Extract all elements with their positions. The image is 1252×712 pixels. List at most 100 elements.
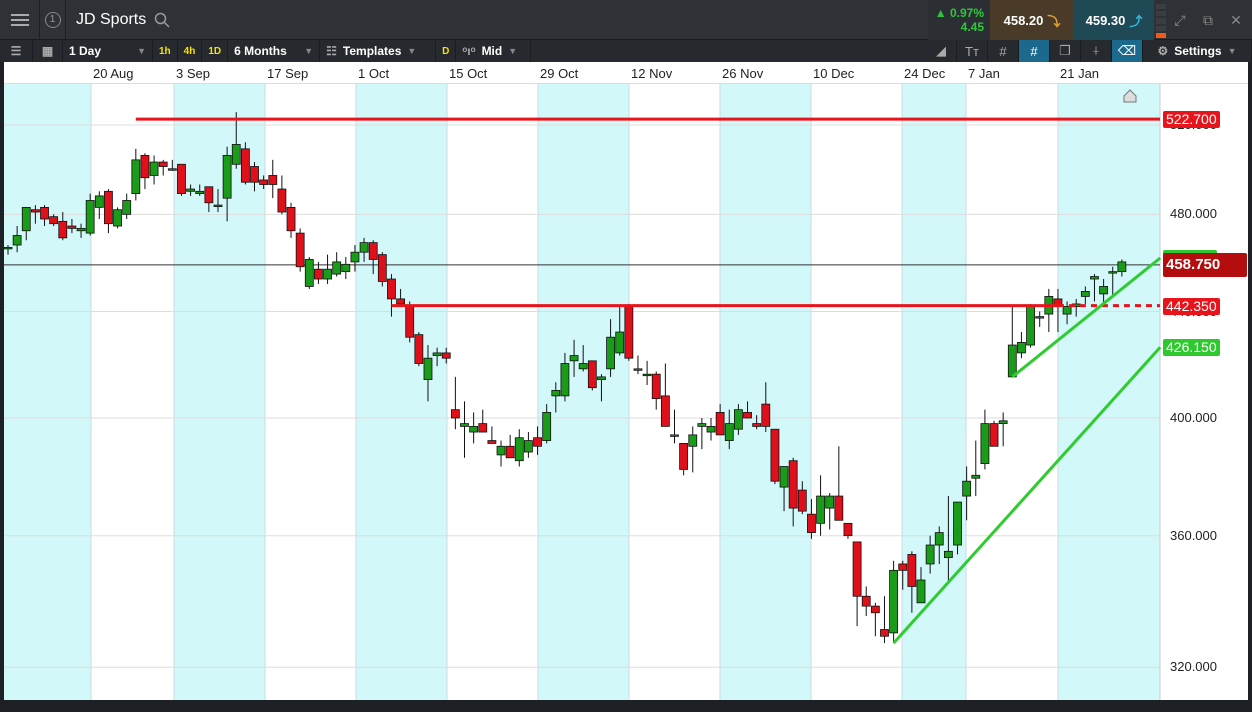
grid-edit-button[interactable]: #	[1019, 40, 1050, 62]
candle-down	[58, 220, 68, 239]
maximize-button[interactable]: ⤢	[1166, 0, 1194, 40]
candle-down	[715, 412, 725, 436]
templates-select[interactable]: ☷ Templates ▼	[320, 40, 437, 62]
price-change: ▲ 0.97% 4.45	[928, 0, 990, 40]
date-axis-label: 24 Dec	[904, 66, 946, 81]
candle-down	[843, 522, 853, 537]
close-icon: ✕	[1230, 11, 1242, 28]
range-value: 6 Months	[234, 44, 287, 58]
interval-4h[interactable]: 4h	[178, 40, 203, 62]
candle-up	[1035, 316, 1045, 319]
chart-area[interactable]	[0, 84, 1248, 700]
candle-up	[925, 544, 935, 565]
price-axis-label: 360.000	[1170, 527, 1217, 543]
candle-up	[1080, 291, 1090, 297]
date-axis-label: 15 Oct	[449, 66, 488, 81]
text-tool-button[interactable]: Tт	[957, 40, 988, 62]
interval-1h[interactable]: 1h	[153, 40, 178, 62]
instrument-search[interactable]: JD Sports	[66, 11, 170, 29]
popout-button[interactable]: ⧉	[1194, 0, 1222, 40]
candle-up	[21, 206, 31, 232]
candle-down	[898, 563, 908, 571]
price-type-select[interactable]: ᵒıᵒ Mid ▼	[456, 40, 532, 62]
chevron-down-icon: ▼	[407, 46, 417, 56]
range-select[interactable]: 6 Months ▼	[228, 40, 321, 62]
candlestick-chart[interactable]	[0, 84, 1248, 700]
candle-up	[597, 376, 606, 380]
candle-up	[1108, 271, 1118, 274]
candle-up	[670, 434, 679, 437]
candle-up	[569, 355, 579, 362]
layout-button[interactable]: ▦	[33, 40, 63, 62]
search-icon	[155, 12, 170, 28]
layers-icon: ❐	[1059, 43, 1071, 58]
candle-up	[460, 423, 469, 427]
gear-icon: ⚙	[1157, 44, 1169, 58]
candle-down	[907, 554, 917, 587]
close-button[interactable]: ✕	[1222, 0, 1250, 40]
interval-1d[interactable]: 1D	[202, 40, 229, 62]
candle-up	[971, 474, 981, 479]
candle-down	[387, 278, 396, 300]
price-axis-label: 480.000	[1170, 206, 1217, 222]
chevron-down-icon: ▼	[304, 46, 314, 56]
date-axis-label: 29 Oct	[540, 66, 579, 81]
candle-up	[231, 144, 241, 165]
candle-down	[396, 298, 405, 305]
candle-down	[505, 445, 515, 459]
candle-up	[131, 159, 141, 194]
window-number-label: 1	[44, 11, 61, 28]
interval-select[interactable]: 1 Day ▼	[63, 40, 153, 62]
expand-icon: ⤢	[1174, 11, 1186, 28]
layers-button[interactable]: ❐	[1050, 40, 1081, 62]
menu-button[interactable]	[0, 0, 40, 40]
candle-up	[980, 423, 990, 464]
bottom-bar	[0, 700, 1252, 712]
candle-down	[861, 595, 871, 607]
candle-down	[679, 443, 689, 470]
list-button[interactable]: ☰	[0, 40, 33, 62]
candle-up	[222, 155, 232, 199]
grid-toggle-button[interactable]: #	[988, 40, 1019, 62]
settings-button[interactable]: ⚙ Settings ▼	[1143, 40, 1252, 62]
date-axis-label: 26 Nov	[722, 66, 764, 81]
candle-up	[943, 550, 953, 559]
grid-pencil-icon: #	[1030, 43, 1038, 59]
candle-down	[752, 423, 762, 427]
draw-line-button[interactable]: ◢	[926, 40, 957, 62]
buy-button[interactable]: 459.30 ⤴	[1074, 0, 1154, 40]
price-tag-support: 442.350	[1163, 297, 1220, 315]
candle-up	[149, 161, 159, 176]
window-number[interactable]: 1	[40, 0, 66, 40]
sell-button[interactable]: 458.20 ⤵	[990, 0, 1074, 40]
candle-down	[852, 541, 862, 597]
price-label-button[interactable]: ⌫	[1112, 40, 1143, 62]
candle-up	[1099, 286, 1108, 295]
candle-up	[85, 200, 95, 234]
candle-down	[240, 148, 250, 183]
price-tag-resistance: 522.700	[1163, 111, 1220, 129]
candle-up	[1117, 261, 1127, 273]
chevron-down-icon: ▼	[137, 46, 146, 56]
candle-down	[405, 306, 415, 338]
candle-up	[542, 412, 552, 441]
candle-down	[478, 423, 488, 433]
candle-down	[450, 409, 460, 419]
candle-up	[816, 495, 825, 524]
text-icon: Tт	[965, 43, 979, 59]
candle-up	[213, 204, 223, 207]
external-link-icon: ⧉	[1203, 11, 1213, 28]
candle-up	[76, 227, 86, 232]
candle-down	[140, 155, 150, 179]
d-badge-button[interactable]: D	[436, 40, 457, 62]
crosshair-button[interactable]: ⍭	[1081, 40, 1112, 62]
candle-down	[807, 513, 816, 533]
candle-up	[432, 352, 442, 356]
price-axis-label: 320.000	[1170, 659, 1217, 675]
chevron-down-icon: ▼	[508, 46, 518, 56]
candle-up	[3, 247, 13, 250]
candle-down	[268, 175, 278, 185]
candle-down	[314, 268, 323, 280]
candle-down	[651, 373, 661, 400]
candle-down	[49, 216, 59, 225]
